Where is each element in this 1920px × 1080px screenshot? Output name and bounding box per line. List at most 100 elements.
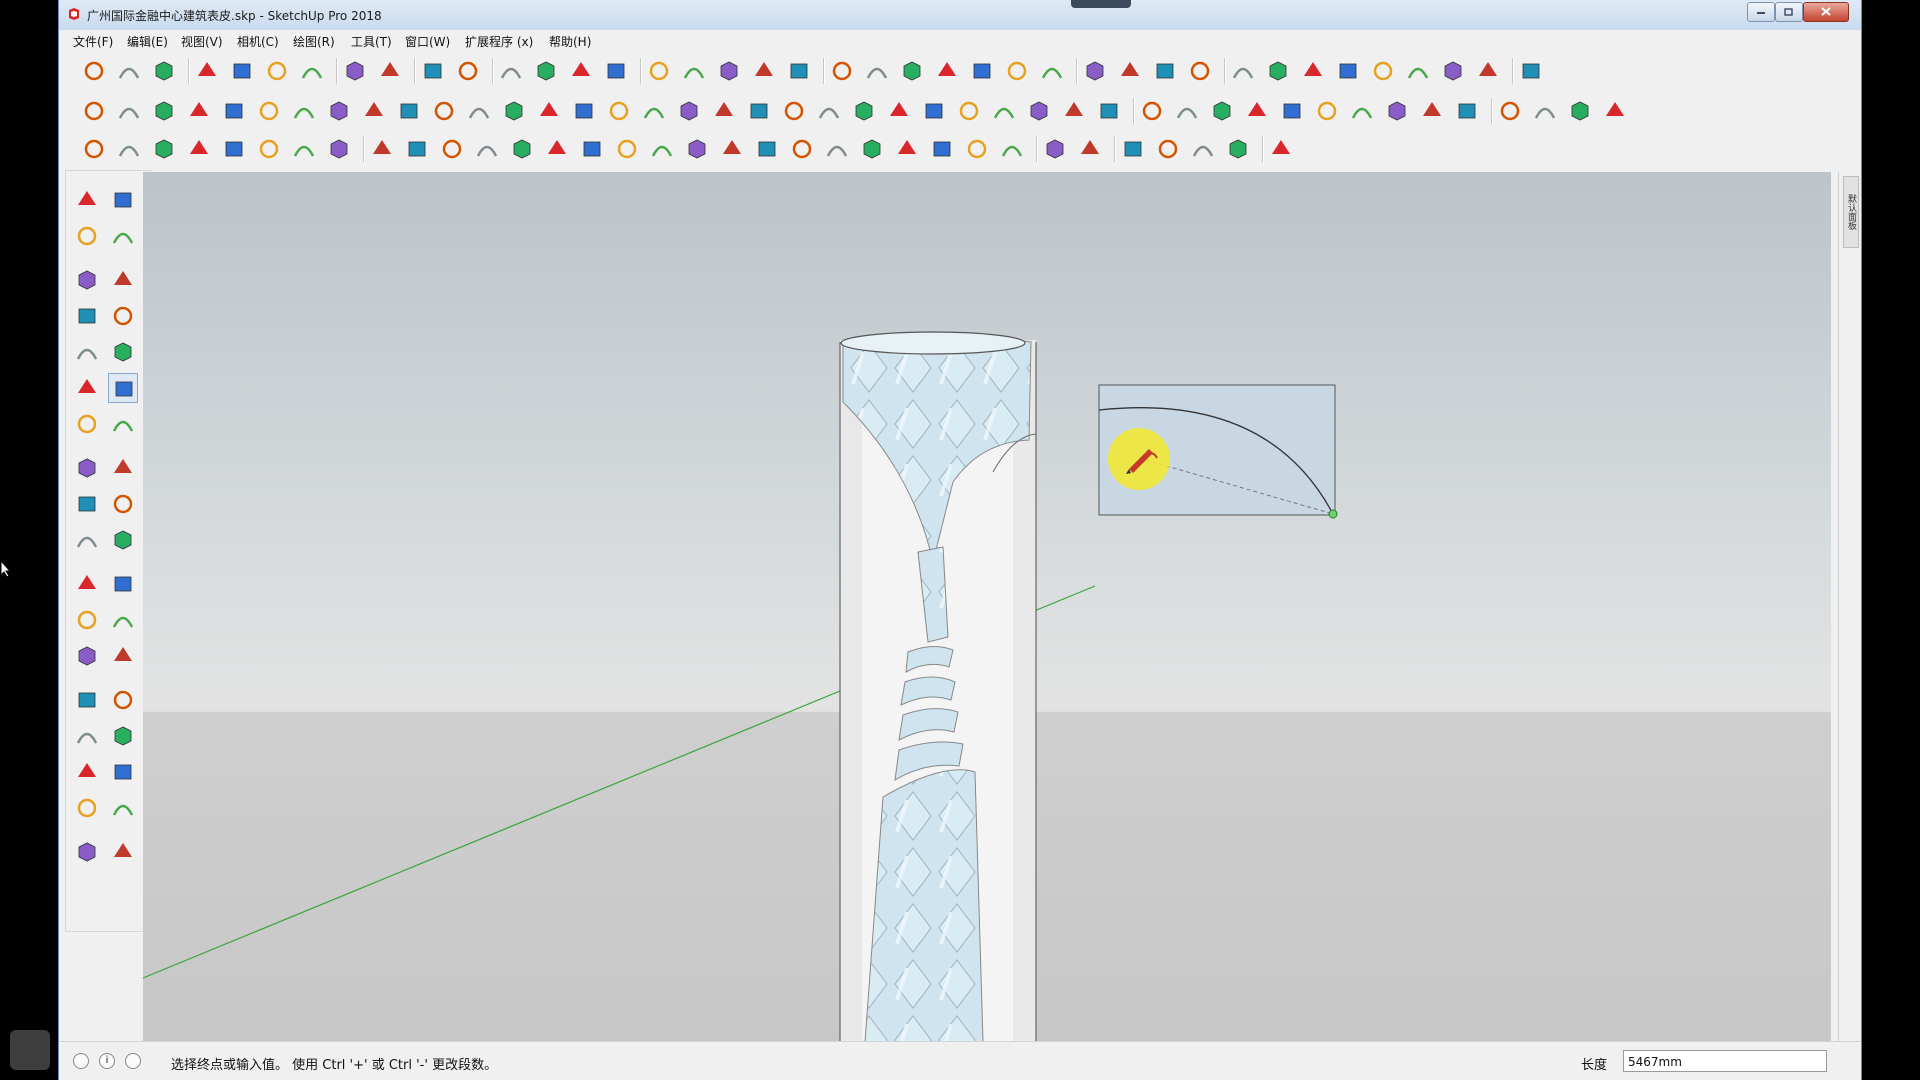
pie-tool-button[interactable] (108, 409, 138, 439)
info-icon[interactable]: i (99, 1053, 115, 1069)
menu-draw[interactable]: 绘图(R) (293, 33, 335, 50)
tool-27-button[interactable] (999, 136, 1025, 162)
model-viewport[interactable] (143, 172, 1831, 1042)
geo-location-icon[interactable] (73, 1053, 89, 1069)
tool-18-button[interactable] (684, 136, 710, 162)
view-right-button[interactable] (1440, 58, 1466, 84)
protractor-tool-button[interactable] (72, 605, 102, 635)
redo-button[interactable] (377, 58, 403, 84)
tool-1-button[interactable] (81, 98, 107, 124)
tool-8-button[interactable] (326, 98, 352, 124)
tool-4-button[interactable] (186, 136, 212, 162)
tool-9-button[interactable] (361, 98, 387, 124)
tool-b-button[interactable] (568, 58, 594, 84)
style-xray-button[interactable] (1082, 58, 1108, 84)
tool-11-button[interactable] (439, 136, 465, 162)
position-camera-tool-button[interactable] (72, 793, 102, 823)
tool-31-button[interactable] (1139, 98, 1165, 124)
tool-20-button[interactable] (746, 98, 772, 124)
tool-26-button[interactable] (964, 136, 990, 162)
tool-n-button[interactable] (1004, 58, 1030, 84)
tool-12-button[interactable] (466, 98, 492, 124)
tool-13-button[interactable] (509, 136, 535, 162)
tool-4-button[interactable] (186, 98, 212, 124)
tool-3-button[interactable] (151, 136, 177, 162)
erase-button[interactable] (299, 58, 325, 84)
save-button[interactable] (151, 58, 177, 84)
tool-33-button[interactable] (1225, 136, 1251, 162)
tool-o-button[interactable] (1039, 58, 1065, 84)
tool-33-button[interactable] (1209, 98, 1235, 124)
zoom-tool-button[interactable] (72, 721, 102, 751)
tool-3-button[interactable] (151, 98, 177, 124)
move-tool-button[interactable] (72, 453, 102, 483)
tool-c-button[interactable] (603, 58, 629, 84)
tool-5-button[interactable] (221, 136, 247, 162)
tool-k-button[interactable] (899, 58, 925, 84)
zoom-extents-tool-button[interactable] (72, 757, 102, 787)
tool-43-button[interactable] (1567, 98, 1593, 124)
style-back-button[interactable] (1117, 58, 1143, 84)
tool-34-button[interactable] (1268, 136, 1294, 162)
tool-27-button[interactable] (991, 98, 1017, 124)
tool-a-button[interactable] (533, 58, 559, 84)
tool-e-button[interactable] (681, 58, 707, 84)
offset-tool-button[interactable] (108, 525, 138, 555)
tool-19-button[interactable] (719, 136, 745, 162)
model-info-button[interactable] (455, 58, 481, 84)
measurements-input[interactable]: 5467mm (1623, 1050, 1827, 1072)
style-mono-button[interactable] (1300, 58, 1326, 84)
tool-d-button[interactable] (646, 58, 672, 84)
view-top-button[interactable] (1370, 58, 1396, 84)
minimize-button[interactable] (1747, 2, 1775, 22)
menu-camera[interactable]: 相机(C) (237, 33, 279, 50)
dimension-tool-button[interactable] (108, 569, 138, 599)
tool-i-button[interactable] (829, 58, 855, 84)
pan-tool-button[interactable] (108, 685, 138, 715)
tool-42-button[interactable] (1532, 98, 1558, 124)
view-front-button[interactable] (1405, 58, 1431, 84)
menu-view[interactable]: 视图(V) (181, 33, 223, 50)
paint-bucket-tool-button[interactable] (72, 221, 102, 251)
tool-36-button[interactable] (1314, 98, 1340, 124)
tool-30-button[interactable] (1096, 98, 1122, 124)
tool-44-button[interactable] (1602, 98, 1628, 124)
rectangle-tool-button[interactable] (72, 301, 102, 331)
tool-26-button[interactable] (956, 98, 982, 124)
tape-measure-tool-button[interactable] (72, 569, 102, 599)
follow-me-tool-button[interactable] (108, 489, 138, 519)
tool-18-button[interactable] (676, 98, 702, 124)
tool-h-button[interactable] (786, 58, 812, 84)
tool-j-button[interactable] (864, 58, 890, 84)
tool-19-button[interactable] (711, 98, 737, 124)
tool-1-button[interactable] (81, 136, 107, 162)
tool-21-button[interactable] (781, 98, 807, 124)
new-button[interactable] (81, 58, 107, 84)
tool-13-button[interactable] (501, 98, 527, 124)
tool-32-button[interactable] (1190, 136, 1216, 162)
tool-15-button[interactable] (579, 136, 605, 162)
tool-25-button[interactable] (921, 98, 947, 124)
tool-41-button[interactable] (1497, 98, 1523, 124)
tool-7-button[interactable] (291, 98, 317, 124)
tool-38-button[interactable] (1384, 98, 1410, 124)
menu-edit[interactable]: 编辑(E) (127, 33, 168, 50)
tool-32-button[interactable] (1174, 98, 1200, 124)
tool-16-button[interactable] (606, 98, 632, 124)
tray-tab[interactable]: 默认面板 (1843, 176, 1859, 248)
copy-button[interactable] (229, 58, 255, 84)
look-around-tool-button[interactable] (108, 793, 138, 823)
check-button[interactable] (498, 58, 524, 84)
tool-15-button[interactable] (571, 98, 597, 124)
maximize-button[interactable] (1775, 2, 1803, 22)
tool-21-button[interactable] (789, 136, 815, 162)
menu-help[interactable]: 帮助(H) (549, 33, 591, 50)
open-button[interactable] (116, 58, 142, 84)
tool-34-button[interactable] (1244, 98, 1270, 124)
tool-37-button[interactable] (1349, 98, 1375, 124)
tool-14-button[interactable] (544, 136, 570, 162)
component-tool-button[interactable] (108, 185, 138, 215)
undo-button[interactable] (342, 58, 368, 84)
cut-button[interactable] (194, 58, 220, 84)
menu-tools[interactable]: 工具(T) (351, 33, 392, 50)
